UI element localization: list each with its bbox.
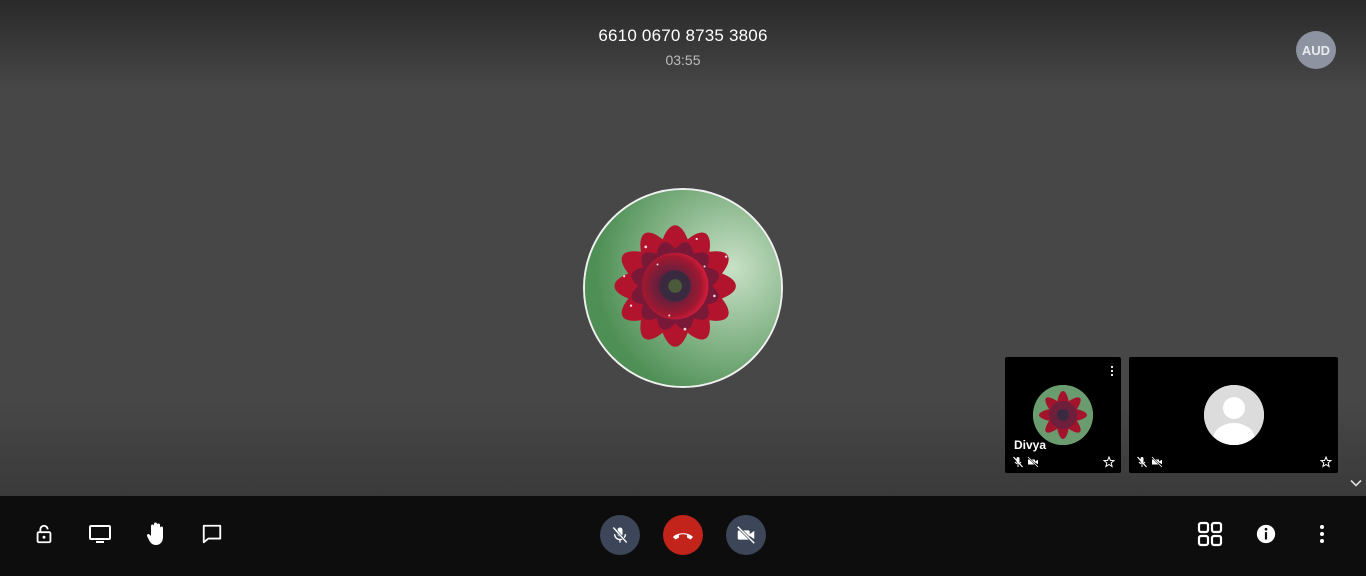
participant-tile[interactable] <box>1129 357 1338 473</box>
chevron-down-icon[interactable] <box>1349 476 1363 490</box>
meeting-stage: 6610 0670 8735 3806 03:55 AUD Divya <box>0 0 1366 496</box>
call-timer: 03:55 <box>665 52 701 68</box>
camera-toggle-button[interactable] <box>726 515 766 555</box>
participant-status <box>1136 456 1163 468</box>
mic-muted-icon <box>1012 456 1024 468</box>
meeting-header: 6610 0670 8735 3806 03:55 <box>0 26 1366 68</box>
camera-off-icon <box>1027 456 1039 468</box>
participant-avatar <box>1204 385 1264 445</box>
flower-photo-avatar <box>585 190 781 386</box>
star-icon[interactable] <box>1103 456 1115 468</box>
chat-button[interactable] <box>197 519 227 549</box>
grid-view-button[interactable] <box>1195 519 1225 549</box>
raise-hand-icon <box>146 522 163 545</box>
star-icon[interactable] <box>1320 456 1332 468</box>
camera-off-icon <box>736 525 756 545</box>
raise-hand-button[interactable] <box>141 519 171 549</box>
participant-avatar <box>1033 385 1093 445</box>
call-toolbar <box>0 496 1366 576</box>
camera-off-icon <box>1151 456 1163 468</box>
screen-share-icon <box>89 525 111 543</box>
chat-icon <box>202 524 222 544</box>
grid-view-icon <box>1197 521 1223 547</box>
flower-photo-avatar <box>1033 385 1093 445</box>
mic-muted-icon <box>1136 456 1148 468</box>
participant-tile[interactable]: Divya <box>1005 357 1121 473</box>
more-vertical-icon[interactable] <box>1108 364 1116 377</box>
info-button[interactable] <box>1251 519 1281 549</box>
main-speaker-avatar <box>583 188 783 388</box>
mute-button[interactable] <box>600 515 640 555</box>
more-vertical-icon <box>1320 525 1324 543</box>
unlock-icon <box>36 524 52 544</box>
hang-up-icon <box>673 533 693 540</box>
more-options-button[interactable] <box>1307 519 1337 549</box>
hang-up-button[interactable] <box>663 515 703 555</box>
participant-status <box>1012 456 1039 468</box>
info-icon <box>1256 524 1276 544</box>
audio-badge[interactable]: AUD <box>1296 31 1336 69</box>
unlock-button[interactable] <box>29 519 59 549</box>
mic-muted-icon <box>612 526 628 544</box>
default-person-avatar <box>1204 385 1264 445</box>
screen-share-button[interactable] <box>85 519 115 549</box>
meeting-id: 6610 0670 8735 3806 <box>598 26 768 45</box>
participant-name: Divya <box>1014 438 1047 452</box>
